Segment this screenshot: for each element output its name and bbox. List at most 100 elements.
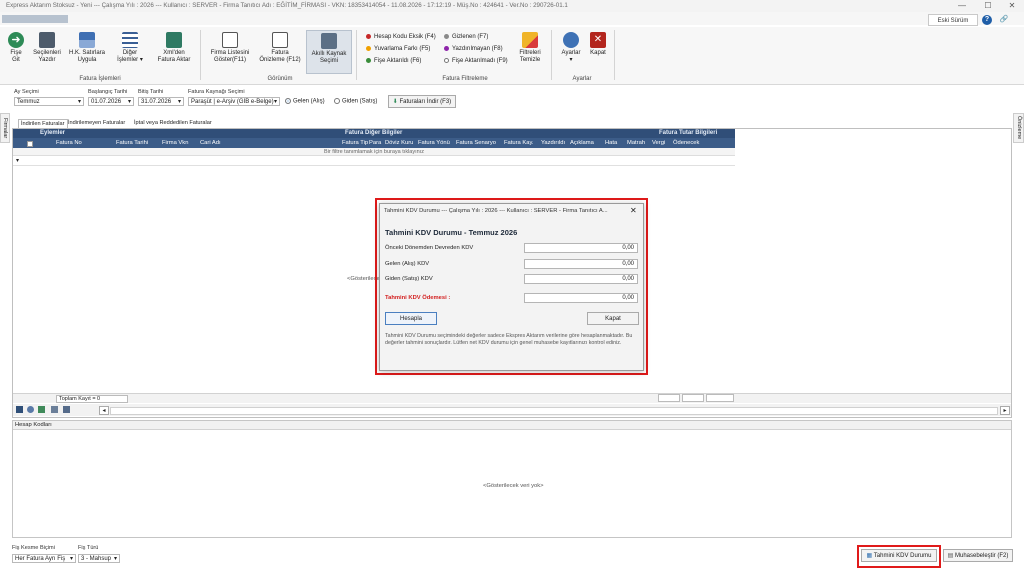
grid-edit-icon (79, 32, 95, 48)
col-fatura-no[interactable]: Fatura No (56, 138, 82, 148)
rb-label: Fişe (10, 50, 22, 56)
ayarlar-button[interactable]: Ayarlar ▾ (556, 32, 586, 64)
kapat-button[interactable]: ✕ Kapat (586, 32, 610, 57)
hesapla-button[interactable]: Hesapla (385, 312, 437, 325)
minimize-button[interactable]: — (950, 0, 974, 12)
fis-kesme-select[interactable]: Her Fatura Ayrı Fiş (12, 554, 76, 563)
filter-yuvarlama-farki[interactable]: Yuvarlama Farkı (F5) (366, 46, 430, 52)
radio-gelen[interactable]: Gelen (Alış) (285, 98, 325, 105)
horizontal-scrollbar[interactable] (110, 407, 998, 415)
button-label: Muhasebeleştir (F2) (954, 553, 1009, 559)
dialog-note: Tahmini KDV Durumu seçimindeki değerler … (385, 333, 633, 346)
filter-hesap-kodu-eksik[interactable]: Hesap Kodu Eksik (F4) (366, 34, 436, 40)
col-para[interactable]: Para (369, 138, 381, 148)
print-icon[interactable] (63, 406, 70, 413)
grid-filter-row[interactable]: Bir filtre tanımlamak için buraya tıklay… (13, 148, 735, 156)
filtreleri-temizle-button[interactable]: Filtreleri Temizle (514, 32, 546, 64)
maximize-button[interactable]: ☐ (976, 0, 1000, 12)
onizleme-side-tab[interactable]: Önizleme (1013, 113, 1024, 143)
akilli-kaynak-secimi-button[interactable]: Akıllı Kaynak Seçimi (306, 30, 352, 74)
dialog-close-icon[interactable]: ✕ (630, 206, 637, 215)
kaynak-label: Fatura Kaynağı Seçimi (188, 89, 245, 95)
radio-giden[interactable]: Giden (Satış) (334, 98, 377, 105)
secilenleri-yazdir-button[interactable]: Seçilenleri Yazdır (30, 32, 64, 64)
firma-listesi-goster-button[interactable]: Firma Listesini Göster(F11) (207, 32, 253, 64)
col-fatura-tip[interactable]: Fatura Tip (342, 138, 368, 148)
status-dot-icon (366, 58, 371, 63)
col-firma-vkn[interactable]: Firma Vkn (162, 138, 188, 148)
faturalari-indir-button[interactable]: ⬇ Faturaları İndir (F3) (388, 95, 456, 108)
fatura-onizleme-button[interactable]: Fatura Önizleme (F12) (256, 32, 304, 64)
tab-indirilemeyen[interactable]: İndirilemeyen Faturalar (66, 119, 127, 128)
filter-fise-aktarildi[interactable]: Fişe Aktarıldı (F6) (366, 58, 421, 64)
col-yazdirildi[interactable]: Yazdırıldı (541, 138, 565, 148)
col-odenecek[interactable]: Ödenecek (673, 138, 735, 148)
xml-fatura-aktar-button[interactable]: Xml'den Fatura Aktar (153, 32, 195, 64)
col-fatura-kay[interactable]: Fatura Kay. (504, 138, 534, 148)
button-label: Faturaları İndir (F3) (399, 99, 452, 105)
col-cari-adi[interactable]: Cari Adı (200, 138, 221, 148)
scroll-left-icon[interactable]: ◂ (99, 406, 109, 415)
download-icon: ⬇ (392, 99, 400, 105)
filter-label: Yazdırılmayan (F8) (452, 46, 503, 53)
status-dot-icon (444, 58, 449, 63)
kdv-odeme-field[interactable]: 0,00 (524, 293, 638, 303)
gelen-kdv-field[interactable]: 0,00 (524, 259, 638, 269)
kaynak-select[interactable]: Paraşüt | e-Arşiv (GİB e-Belge) (188, 97, 280, 106)
export-icon[interactable] (51, 406, 58, 413)
bitis-date[interactable]: 31.07.2026 (138, 97, 184, 106)
col-fatura-tarihi[interactable]: Fatura Tarihi (116, 138, 148, 148)
giden-kdv-label: Giden (Satış) KDV (385, 276, 433, 282)
close-button[interactable]: ✕ (1000, 0, 1024, 12)
fise-git-button[interactable]: ➜ Fişe Git (3, 32, 29, 64)
view-icon[interactable] (27, 406, 34, 413)
filter-yazdirilmayan[interactable]: Yazdırılmayan (F8) (444, 46, 503, 52)
fis-turu-select[interactable]: 3 - Mahsup (78, 554, 120, 563)
filter-gizlenen[interactable]: Gizlenen (F7) (444, 34, 488, 40)
hesap-empty-text: <Gösterilecek veri yok> (483, 483, 544, 489)
col-doviz-kuru[interactable]: Döviz Kuru (385, 138, 413, 148)
gear-icon (563, 32, 579, 48)
muhasebelestir-button[interactable]: ▤ Muhasebeleştir (F2) (943, 549, 1013, 562)
rb-label: Akıllı Kaynak (311, 51, 347, 57)
firmalar-side-tab[interactable]: Firmalar (0, 113, 10, 143)
save-icon[interactable] (16, 406, 23, 413)
baslangic-date[interactable]: 01.07.2026 (88, 97, 134, 106)
filter-fise-aktarilmadi[interactable]: Fişe Aktarılmadı (F9) (444, 58, 508, 64)
hk-satirlara-uygula-button[interactable]: H.K. Satırlara Uygula (66, 32, 108, 64)
rb-label: Fatura (271, 50, 289, 56)
kdv-odeme-label: Tahmini KDV Ödemesi : (385, 295, 451, 301)
ribbon-separator (614, 30, 615, 80)
col-vergi[interactable]: Vergi (652, 138, 665, 148)
dialog-kapat-button[interactable]: Kapat (587, 312, 639, 325)
status-dot-icon (444, 34, 449, 39)
group-gorunum: Görünüm (267, 76, 293, 82)
rb-label: Firma Listesini (210, 50, 250, 56)
printer-icon (39, 32, 55, 48)
rb-label: Temizle (519, 57, 541, 63)
col-matrah[interactable]: Matrah (627, 138, 645, 148)
link-icon[interactable]: 🔗 (996, 14, 1012, 26)
list-icon (122, 32, 138, 48)
tab-iptal[interactable]: İptal veya Reddedilen Faturalar (132, 119, 214, 128)
band-eylemler: Eylemler (40, 130, 66, 136)
devreden-kdv-label: Önceki Dönemden Devreden KDV (385, 245, 474, 251)
filter-label: Hesap Kodu Eksik (F4) (374, 34, 436, 41)
col-fatura-senaryo[interactable]: Fatura Senaryo (456, 138, 496, 148)
grid-new-row[interactable]: ▾ (13, 156, 735, 166)
scroll-right-icon[interactable]: ▸ (1000, 406, 1010, 415)
tab-indirilen[interactable]: İndirilen Faturalar (18, 119, 68, 128)
col-fatura-yonu[interactable]: Fatura Yönü (418, 138, 450, 148)
col-aciklama[interactable]: Açıklama (570, 138, 594, 148)
help-icon[interactable]: ? (982, 15, 992, 25)
excel-icon[interactable] (38, 406, 45, 413)
devreden-kdv-field[interactable]: 0,00 (524, 243, 638, 253)
version-select[interactable]: Eski Sürüm (928, 14, 978, 26)
select-all-checkbox[interactable] (27, 141, 33, 147)
rb-label: Xml'den (163, 50, 185, 56)
ay-secimi-select[interactable]: Temmuz (14, 97, 84, 106)
col-hata[interactable]: Hata (605, 138, 617, 148)
diger-islemler-button[interactable]: Diğer İşlemler ▾ (112, 32, 148, 64)
app-tab[interactable] (2, 15, 68, 23)
giden-kdv-field[interactable]: 0,00 (524, 274, 638, 284)
